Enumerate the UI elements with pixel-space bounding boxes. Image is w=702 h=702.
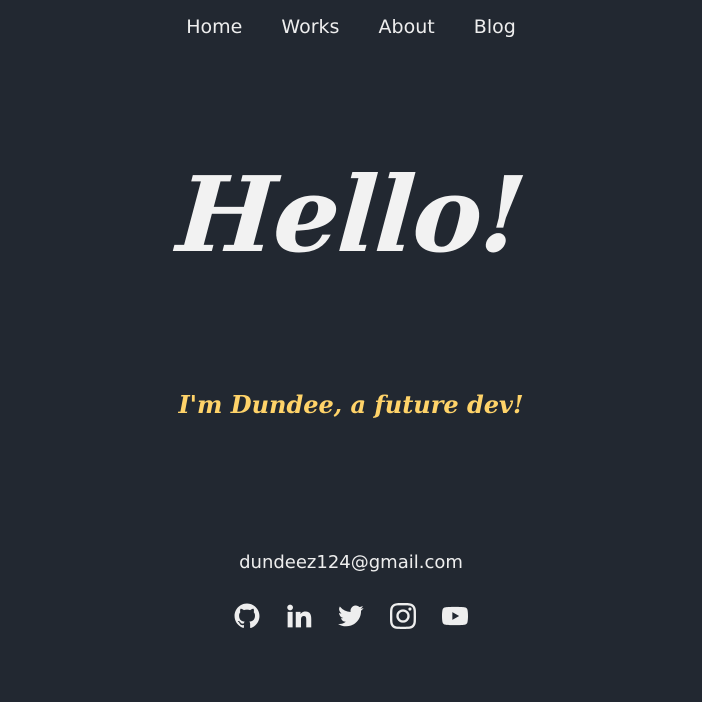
instagram-icon — [390, 603, 416, 629]
hero-greeting: Hello! — [173, 153, 529, 276]
contact-email: dundeez124@gmail.com — [239, 552, 463, 573]
linkedin-icon — [287, 604, 312, 628]
nav-works-link[interactable]: Works — [281, 16, 339, 38]
top-nav: Home Works About Blog — [0, 16, 702, 38]
instagram-link[interactable] — [390, 603, 416, 629]
nav-home-link[interactable]: Home — [186, 16, 242, 38]
social-links — [0, 603, 702, 629]
hero-tagline: I'm Dundee, a future dev! — [178, 390, 524, 419]
nav-about-link[interactable]: About — [379, 16, 435, 38]
github-link[interactable] — [234, 603, 260, 629]
youtube-icon — [442, 606, 468, 626]
youtube-link[interactable] — [442, 603, 468, 629]
hero-section: Hello! — [0, 150, 702, 280]
linkedin-link[interactable] — [286, 603, 312, 629]
twitter-link[interactable] — [338, 603, 364, 629]
github-icon — [234, 603, 260, 629]
twitter-icon — [338, 605, 364, 627]
nav-blog-link[interactable]: Blog — [474, 16, 516, 38]
